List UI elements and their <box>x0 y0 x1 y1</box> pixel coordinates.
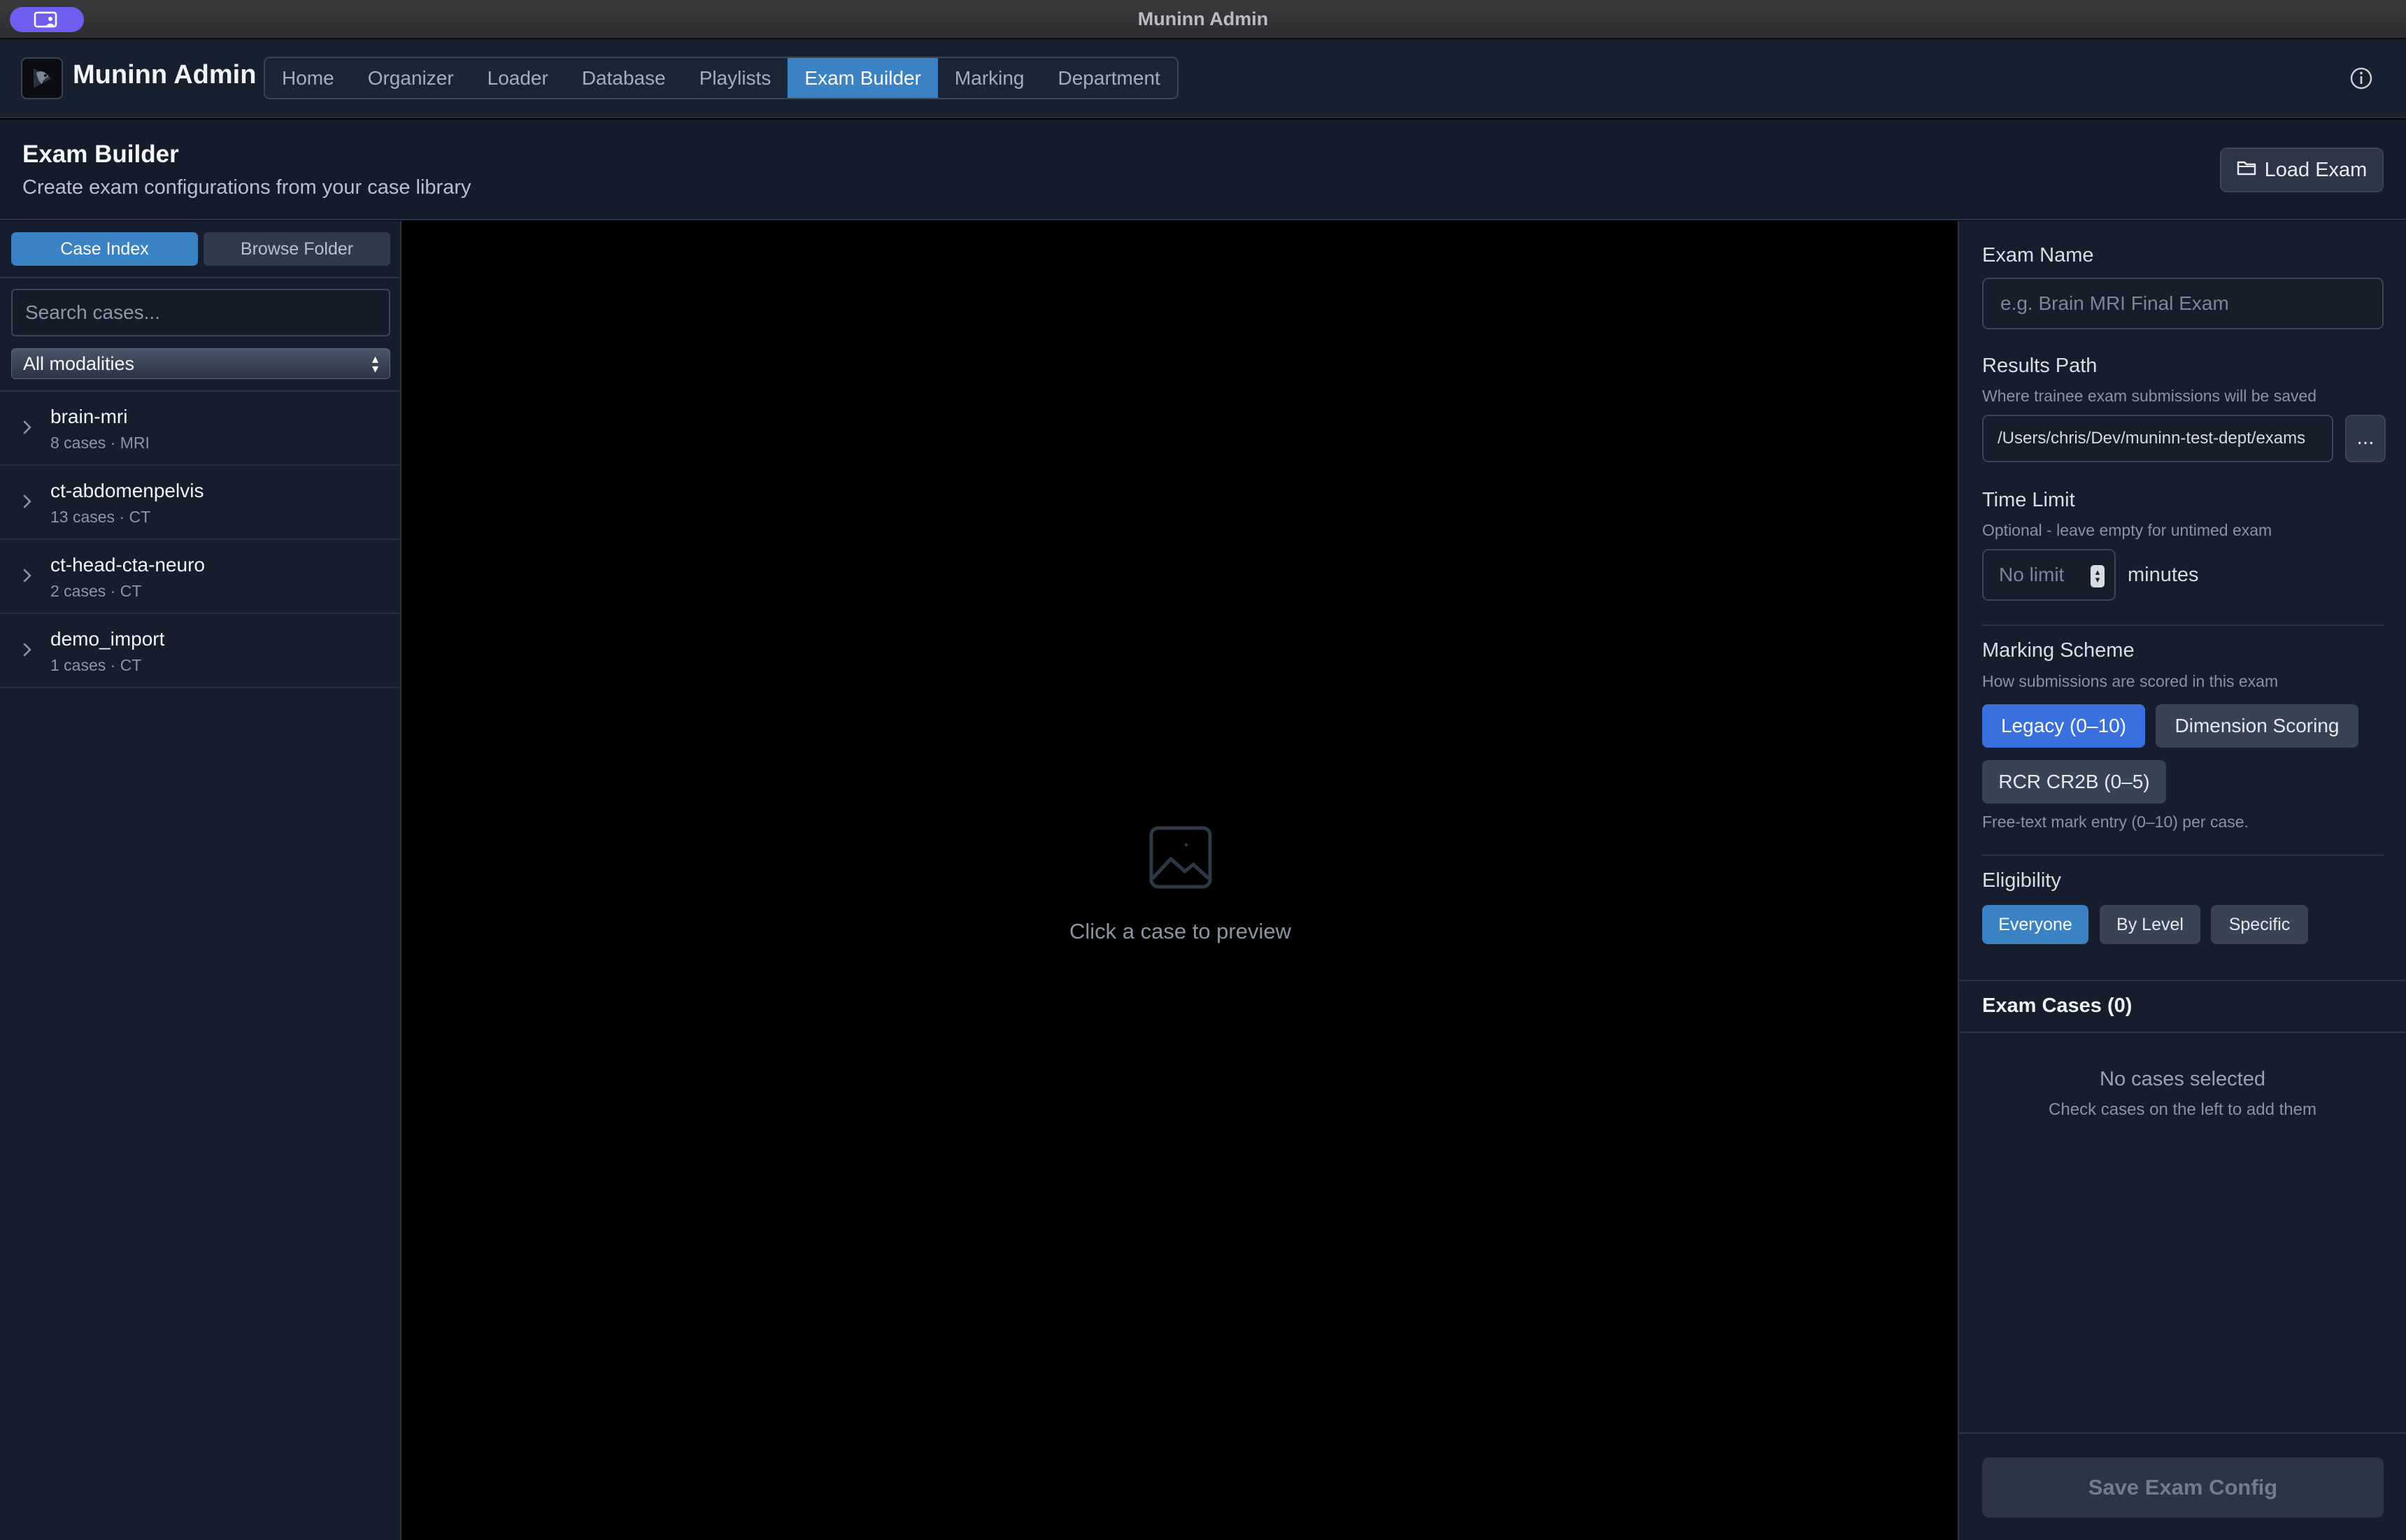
case-group-meta: 8 cases · MRI <box>50 434 150 452</box>
divider <box>0 277 400 278</box>
time-limit-field-box: ▴▾ <box>1982 549 2116 601</box>
divider <box>1959 980 2406 981</box>
browse-folder-tab[interactable]: Browse Folder <box>204 232 390 266</box>
main-nav: Home Organizer Loader Database Playlists… <box>264 57 1179 99</box>
load-exam-label: Load Exam <box>2264 158 2368 181</box>
scheme-rcr-button[interactable]: RCR CR2B (0–5) <box>1982 760 2166 804</box>
time-limit-unit: minutes <box>2128 564 2199 586</box>
results-path-label: Results Path <box>1982 355 2098 377</box>
nav-tab-loader[interactable]: Loader <box>471 58 565 98</box>
results-path-field[interactable] <box>1984 416 2332 461</box>
folder-icon <box>2237 159 2256 182</box>
time-limit-label: Time Limit <box>1982 489 2075 511</box>
nav-tab-exam-builder[interactable]: Exam Builder <box>788 58 938 98</box>
case-library-panel: Case Index Browse Folder All modalities … <box>0 221 401 1540</box>
case-preview-area: Click a case to preview <box>403 221 1958 1540</box>
preview-empty-text: Click a case to preview <box>1069 919 1291 943</box>
exam-cases-title: Exam Cases (0) <box>1982 994 2133 1017</box>
divider <box>1982 625 2384 626</box>
case-group-name: ct-abdomenpelvis <box>50 480 204 501</box>
eligibility-label: Eligibility <box>1982 869 2061 892</box>
scheme-dimension-button[interactable]: Dimension Scoring <box>2156 704 2358 748</box>
page-subtitle: Create exam configurations from your cas… <box>22 176 471 199</box>
search-input[interactable] <box>13 290 389 335</box>
case-list: brain-mri 8 cases · MRI ct-abdomenpelvis… <box>0 392 400 688</box>
divider <box>1959 1032 2406 1033</box>
divider <box>1959 1432 2406 1434</box>
nav-tab-marking[interactable]: Marking <box>938 58 1041 98</box>
case-group-name: ct-head-cta-neuro <box>50 554 206 576</box>
exam-name-label: Exam Name <box>1982 244 2094 266</box>
exam-name-field[interactable] <box>1984 279 2382 328</box>
window-title: Muninn Admin <box>1137 8 1269 29</box>
page-title: Exam Builder <box>22 141 179 168</box>
eligibility-by-level-button[interactable]: By Level <box>2100 905 2200 944</box>
save-exam-config-button[interactable]: Save Exam Config <box>1982 1457 2384 1518</box>
case-group-meta: 1 cases · CT <box>50 656 142 674</box>
case-group-meta: 2 cases · CT <box>50 582 142 600</box>
select-arrows-icon: ▴ ▾ <box>371 352 378 376</box>
case-index-tab[interactable]: Case Index <box>11 232 198 266</box>
case-group-row[interactable]: brain-mri 8 cases · MRI <box>0 392 400 466</box>
case-group-name: demo_import <box>50 628 165 650</box>
exam-cases-empty-hint: Check cases on the left to add them <box>2049 1100 2316 1119</box>
nav-tab-department[interactable]: Department <box>1041 58 1177 98</box>
modality-select[interactable]: All modalities ▴ ▾ <box>11 348 390 379</box>
chevron-right-icon[interactable] <box>20 418 35 436</box>
case-group-meta: 13 cases · CT <box>50 508 151 526</box>
scheme-legacy-button[interactable]: Legacy (0–10) <box>1982 704 2145 748</box>
marking-scheme-description: Free-text mark entry (0–10) per case. <box>1982 813 2249 831</box>
results-path-hint: Where trainee exam submissions will be s… <box>1982 387 2317 405</box>
load-exam-button[interactable]: Load Exam <box>2220 148 2384 192</box>
nav-tab-organizer[interactable]: Organizer <box>351 58 471 98</box>
case-group-row[interactable]: ct-head-cta-neuro 2 cases · CT <box>0 540 400 614</box>
time-limit-hint: Optional - leave empty for untimed exam <box>1982 521 2272 539</box>
case-group-row[interactable]: demo_import 1 cases · CT <box>0 614 400 688</box>
nav-tab-database[interactable]: Database <box>565 58 683 98</box>
search-box <box>11 289 390 336</box>
source-toggle: Case Index Browse Folder <box>11 232 390 266</box>
nav-tab-home[interactable]: Home <box>265 58 351 98</box>
results-path-field-box <box>1982 415 2333 462</box>
info-icon[interactable] <box>2347 64 2375 96</box>
window-titlebar: Muninn Admin <box>0 0 2406 38</box>
marking-scheme-label: Marking Scheme <box>1982 639 2135 662</box>
case-group-name: brain-mri <box>50 406 128 427</box>
page-header: Exam Builder Create exam configurations … <box>0 120 2406 220</box>
exam-name-field-box <box>1982 278 2384 329</box>
stepper-icon[interactable]: ▴ ▾ <box>2091 565 2105 587</box>
modality-select-value: All modalities <box>23 352 135 374</box>
image-placeholder-icon <box>1147 824 1214 891</box>
browse-path-button[interactable]: ... <box>2345 415 2386 462</box>
chevron-right-icon[interactable] <box>20 566 35 585</box>
nav-tab-playlists[interactable]: Playlists <box>683 58 788 98</box>
divider <box>1982 855 2384 856</box>
app-name: Muninn Admin <box>73 60 257 90</box>
case-group-row[interactable]: ct-abdomenpelvis 13 cases · CT <box>0 466 400 540</box>
eligibility-specific-button[interactable]: Specific <box>2211 905 2308 944</box>
exam-cases-empty-title: No cases selected <box>2100 1068 2265 1090</box>
app-header: Muninn Admin Home Organizer Loader Datab… <box>0 39 2406 118</box>
eligibility-everyone-button[interactable]: Everyone <box>1982 905 2088 944</box>
app-logo-icon <box>21 57 63 99</box>
chevron-right-icon[interactable] <box>20 492 35 511</box>
marking-scheme-hint: How submissions are scored in this exam <box>1982 672 2279 690</box>
chevron-right-icon[interactable] <box>20 641 35 659</box>
